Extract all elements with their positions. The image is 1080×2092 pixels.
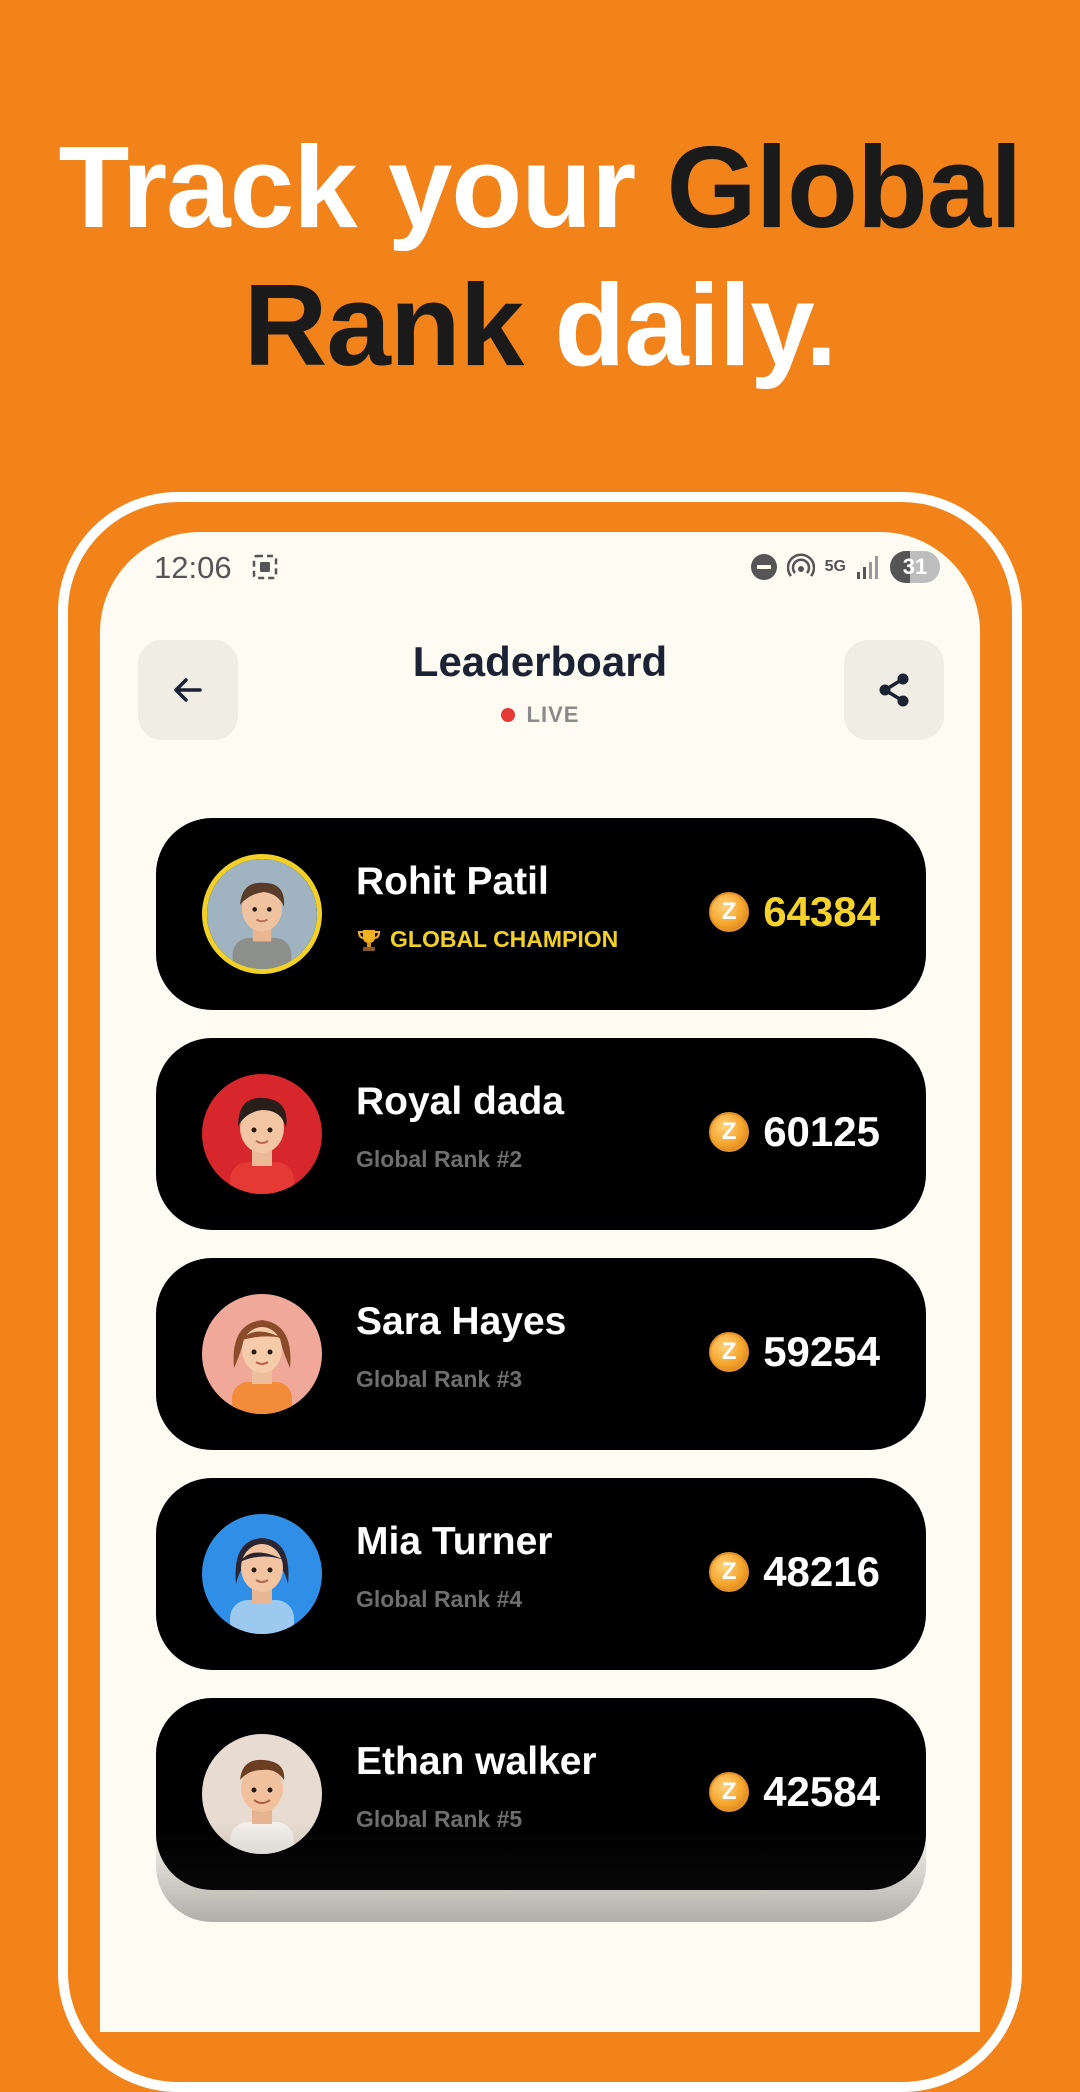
avatar	[202, 1514, 322, 1634]
leaderboard-row[interactable]: Ethan walker Global Rank #5 Z 42584	[156, 1698, 926, 1890]
live-label: LIVE	[526, 702, 580, 727]
score-value: 42584	[763, 1768, 880, 1815]
rank-label: Global Rank #3	[356, 1366, 523, 1392]
player-name: Royal dada	[356, 1080, 565, 1123]
share-button[interactable]	[844, 640, 944, 740]
phone-screen: 12:06 5G 31 Leaderboard LIVE Rohit Patil…	[100, 532, 980, 2032]
player-name: Sara Hayes	[356, 1300, 567, 1343]
promo-headline: Track your Global Rank daily.	[0, 118, 1080, 394]
headline-line-2: Rank daily.	[243, 260, 838, 390]
status-bar: 12:06 5G 31	[100, 532, 980, 604]
player-name: Ethan walker	[356, 1740, 597, 1783]
rank-label: Global Rank #2	[356, 1146, 523, 1172]
avatar	[202, 1074, 322, 1194]
live-dot-icon	[500, 708, 515, 722]
champion-label: GLOBAL CHAMPION	[390, 926, 619, 952]
score: Z 42584	[709, 1768, 880, 1816]
avatar	[202, 1294, 322, 1414]
player-name: Mia Turner	[356, 1520, 553, 1563]
champion-badge: GLOBAL CHAMPION	[356, 926, 618, 953]
rank-label: Global Rank #5	[356, 1806, 523, 1832]
player-name: Rohit Patil	[356, 860, 549, 903]
network-5g-icon: 5G	[824, 558, 846, 575]
avatar	[202, 1734, 322, 1854]
coin-icon: Z	[709, 892, 750, 932]
score: Z 60125	[709, 1108, 880, 1156]
coin-icon: Z	[709, 1112, 750, 1152]
hotspot-icon	[786, 553, 815, 577]
coin-icon: Z	[709, 1552, 750, 1592]
rank-label: Global Rank #4	[356, 1586, 523, 1612]
status-time: 12:06	[154, 550, 232, 585]
avatar	[202, 854, 322, 974]
leaderboard-row[interactable]: Mia Turner Global Rank #4 Z 48216	[156, 1478, 926, 1670]
share-icon	[879, 673, 909, 707]
trophy-icon	[357, 929, 381, 951]
coin-icon: Z	[709, 1332, 750, 1372]
coin-icon: Z	[709, 1772, 750, 1812]
score: Z 64384	[709, 888, 880, 936]
battery-icon: 31	[890, 551, 940, 583]
score-value: 59254	[763, 1328, 880, 1375]
screenshot-icon	[252, 554, 278, 580]
status-icons: 5G 31	[750, 550, 940, 584]
leaderboard-row[interactable]: Sara Hayes Global Rank #3 Z 59254	[156, 1258, 926, 1450]
score-value: 48216	[763, 1548, 880, 1595]
signal-icon	[857, 556, 878, 579]
leaderboard-row[interactable]: Rohit Patil GLOBAL CHAMPION Z 64384	[156, 818, 926, 1010]
leaderboard-row[interactable]: Royal dada Global Rank #2 Z 60125	[156, 1038, 926, 1230]
battery-level: 31	[902, 554, 928, 579]
do-not-disturb-icon	[750, 554, 777, 580]
score-value: 64384	[763, 888, 880, 935]
score-value: 60125	[763, 1108, 880, 1155]
headline-line-1: Track your Global	[58, 122, 1023, 252]
score: Z 59254	[709, 1328, 880, 1376]
score: Z 48216	[709, 1548, 880, 1596]
